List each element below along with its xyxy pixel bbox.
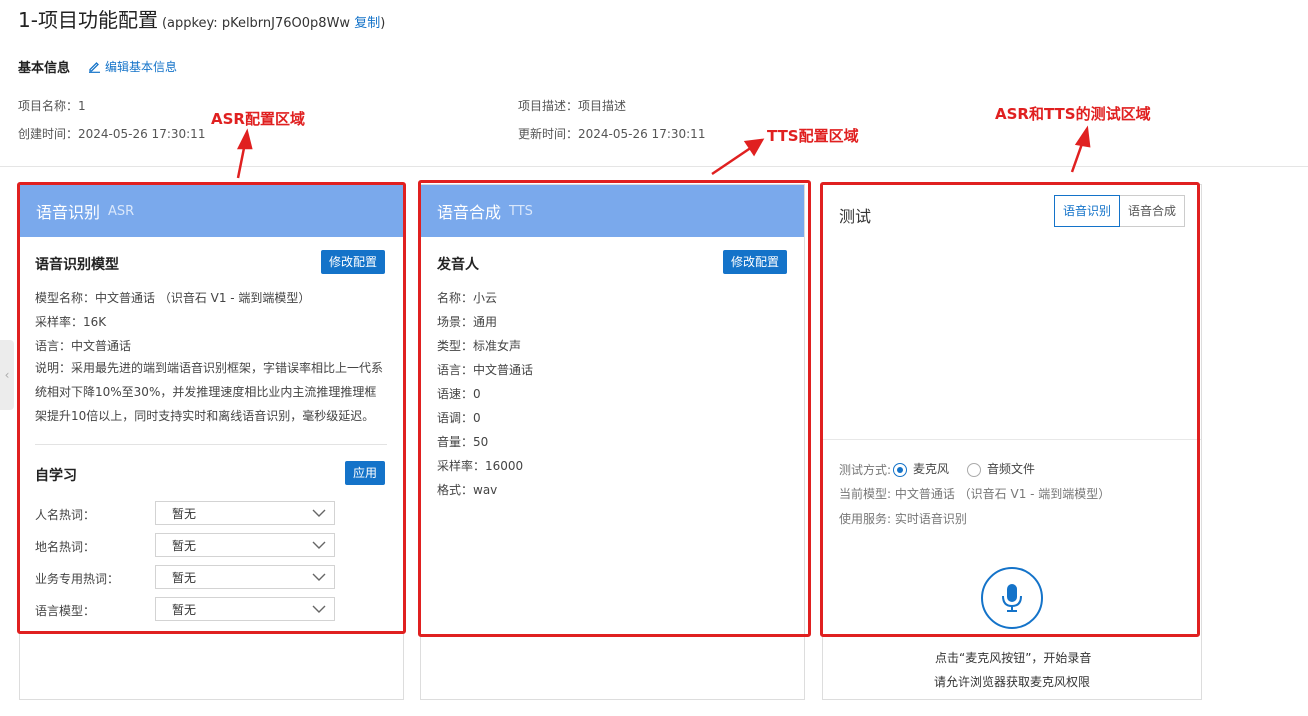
select-value: 暂无 bbox=[172, 602, 197, 617]
project-name: 项目名称：1 bbox=[18, 99, 86, 113]
tts-field: 语言：中文普通话 bbox=[437, 363, 534, 377]
tts-panel-sub: TTS bbox=[509, 203, 533, 219]
asr-model-section-title: 语音识别模型 bbox=[35, 257, 119, 273]
test-annotation: ASR和TTS的测试区域 bbox=[995, 105, 1151, 123]
arrow-head-icon bbox=[1074, 125, 1091, 148]
apply-button[interactable]: 应用 bbox=[345, 461, 386, 485]
created-time: 创建时间：2024-05-26 17:30:11 bbox=[18, 127, 206, 141]
select-value: 暂无 bbox=[172, 538, 197, 553]
tts-field: 类型：标准女声 bbox=[437, 339, 522, 353]
asr-annotation: ASR配置区域 bbox=[211, 110, 305, 128]
asr-model-name: 模型名称：中文普通话 （识音石 V1 - 端到端模型） bbox=[35, 291, 311, 305]
asr-sample-rate: 采样率：16K bbox=[35, 315, 107, 329]
tts-field: 名称：小云 bbox=[437, 291, 498, 305]
self-learning-title: 自学习 bbox=[35, 468, 77, 484]
tts-field: 语调：0 bbox=[437, 411, 481, 425]
asr-panel-sub: ASR bbox=[108, 203, 135, 219]
tts-panel-header: 语音合成 TTS bbox=[421, 185, 804, 237]
option-mic-label: 麦克风 bbox=[913, 462, 950, 476]
chevron-down-icon bbox=[312, 605, 326, 613]
hotword-label: 业务专用热词： bbox=[35, 572, 120, 586]
tts-panel-title: 语音合成 bbox=[437, 203, 502, 222]
tts-annotation: TTS配置区域 bbox=[767, 127, 859, 145]
appkey-close: ) bbox=[380, 16, 386, 31]
arrow-line bbox=[236, 142, 247, 179]
chevron-down-icon bbox=[312, 573, 326, 581]
page-title-text: 1-项目功能配置 bbox=[18, 8, 158, 32]
divider bbox=[0, 166, 1308, 167]
arrow-line bbox=[711, 145, 753, 176]
test-method-label: 测试方式: bbox=[839, 463, 892, 477]
radio-unchecked-icon bbox=[967, 462, 981, 477]
tts-field: 格式：wav bbox=[437, 483, 498, 497]
service-used: 使用服务: 实时语音识别 bbox=[839, 512, 967, 526]
page-title: 1-项目功能配置 (appkey: pKelbrnJ76O0p8Ww 复制) bbox=[18, 4, 385, 33]
arrow-head-icon bbox=[743, 138, 765, 157]
test-panel-divider bbox=[823, 439, 1201, 440]
radio-checked-icon bbox=[893, 462, 907, 477]
radio-microphone[interactable]: 麦克风 bbox=[893, 460, 949, 477]
tts-field: 语速：0 bbox=[437, 387, 481, 401]
asr-section-divider bbox=[35, 444, 387, 445]
chevron-left-icon: ‹ bbox=[4, 368, 10, 382]
tts-field: 音量：50 bbox=[437, 435, 489, 449]
appkey: (appkey: pKelbrnJ76O0p8Ww 复制) bbox=[162, 12, 385, 31]
arrow-line bbox=[1070, 140, 1085, 173]
asr-panel-title: 语音识别 bbox=[36, 203, 101, 222]
edit-basic-info-label: 编辑基本信息 bbox=[105, 60, 178, 74]
select-value: 暂无 bbox=[172, 506, 197, 521]
test-panel-title: 测试 bbox=[839, 207, 872, 226]
chevron-down-icon bbox=[312, 541, 326, 549]
hotword-label: 语言模型： bbox=[35, 604, 96, 618]
person-hotword-select[interactable]: 暂无 bbox=[155, 501, 335, 525]
business-hotword-select[interactable]: 暂无 bbox=[155, 565, 335, 589]
place-hotword-select[interactable]: 暂无 bbox=[155, 533, 335, 557]
current-model: 当前模型: 中文普通话 （识音石 V1 - 端到端模型） bbox=[839, 487, 1111, 501]
asr-description: 说明：采用最先进的端到端语音识别框架，字错误率相比上一代系统相对下降10%至30… bbox=[35, 361, 384, 423]
chevron-down-icon bbox=[312, 509, 326, 517]
edit-basic-info-link[interactable]: 编辑基本信息 bbox=[88, 58, 177, 75]
mic-hint-2: 请允许浏览器获取麦克风权限 bbox=[934, 675, 1091, 689]
arrow-head-icon bbox=[236, 128, 253, 150]
basic-info-label: 基本信息 bbox=[18, 61, 71, 76]
appkey-text: (appkey: pKelbrnJ76O0p8Ww bbox=[161, 16, 351, 31]
collapse-handle[interactable]: ‹ bbox=[0, 340, 14, 410]
language-model-select[interactable]: 暂无 bbox=[155, 597, 335, 621]
tab-tts[interactable]: 语音合成 bbox=[1120, 196, 1184, 226]
select-value: 暂无 bbox=[172, 570, 197, 585]
microphone-icon bbox=[1002, 584, 1022, 612]
tts-field: 场景：通用 bbox=[437, 315, 498, 329]
project-description: 项目描述：项目描述 bbox=[518, 99, 627, 113]
basic-info-header: 基本信息 编辑基本信息 bbox=[18, 57, 177, 76]
radio-audio-file[interactable]: 音频文件 bbox=[967, 460, 1035, 477]
hotword-label: 地名热词： bbox=[35, 540, 96, 554]
asr-language: 语言：中文普通话 bbox=[35, 339, 132, 353]
tts-modify-config-button[interactable]: 修改配置 bbox=[723, 250, 788, 274]
test-mode-tabs: 语音识别 语音合成 bbox=[1054, 195, 1186, 227]
mic-hint-1: 点击“麦克风按钮”，开始录音 bbox=[935, 651, 1092, 665]
microphone-button[interactable] bbox=[981, 567, 1043, 629]
asr-panel-header: 语音识别 ASR bbox=[20, 185, 403, 237]
hotword-label: 人名热词： bbox=[35, 508, 96, 522]
updated-time: 更新时间：2024-05-26 17:30:11 bbox=[518, 127, 706, 141]
copy-link[interactable]: 复制 bbox=[354, 16, 380, 31]
speaker-section-title: 发音人 bbox=[437, 257, 479, 273]
tts-field: 采样率：16000 bbox=[437, 459, 524, 473]
option-file-label: 音频文件 bbox=[987, 462, 1036, 476]
tab-asr[interactable]: 语音识别 bbox=[1054, 195, 1121, 227]
pencil-icon bbox=[89, 62, 101, 73]
asr-modify-config-button[interactable]: 修改配置 bbox=[321, 250, 386, 274]
